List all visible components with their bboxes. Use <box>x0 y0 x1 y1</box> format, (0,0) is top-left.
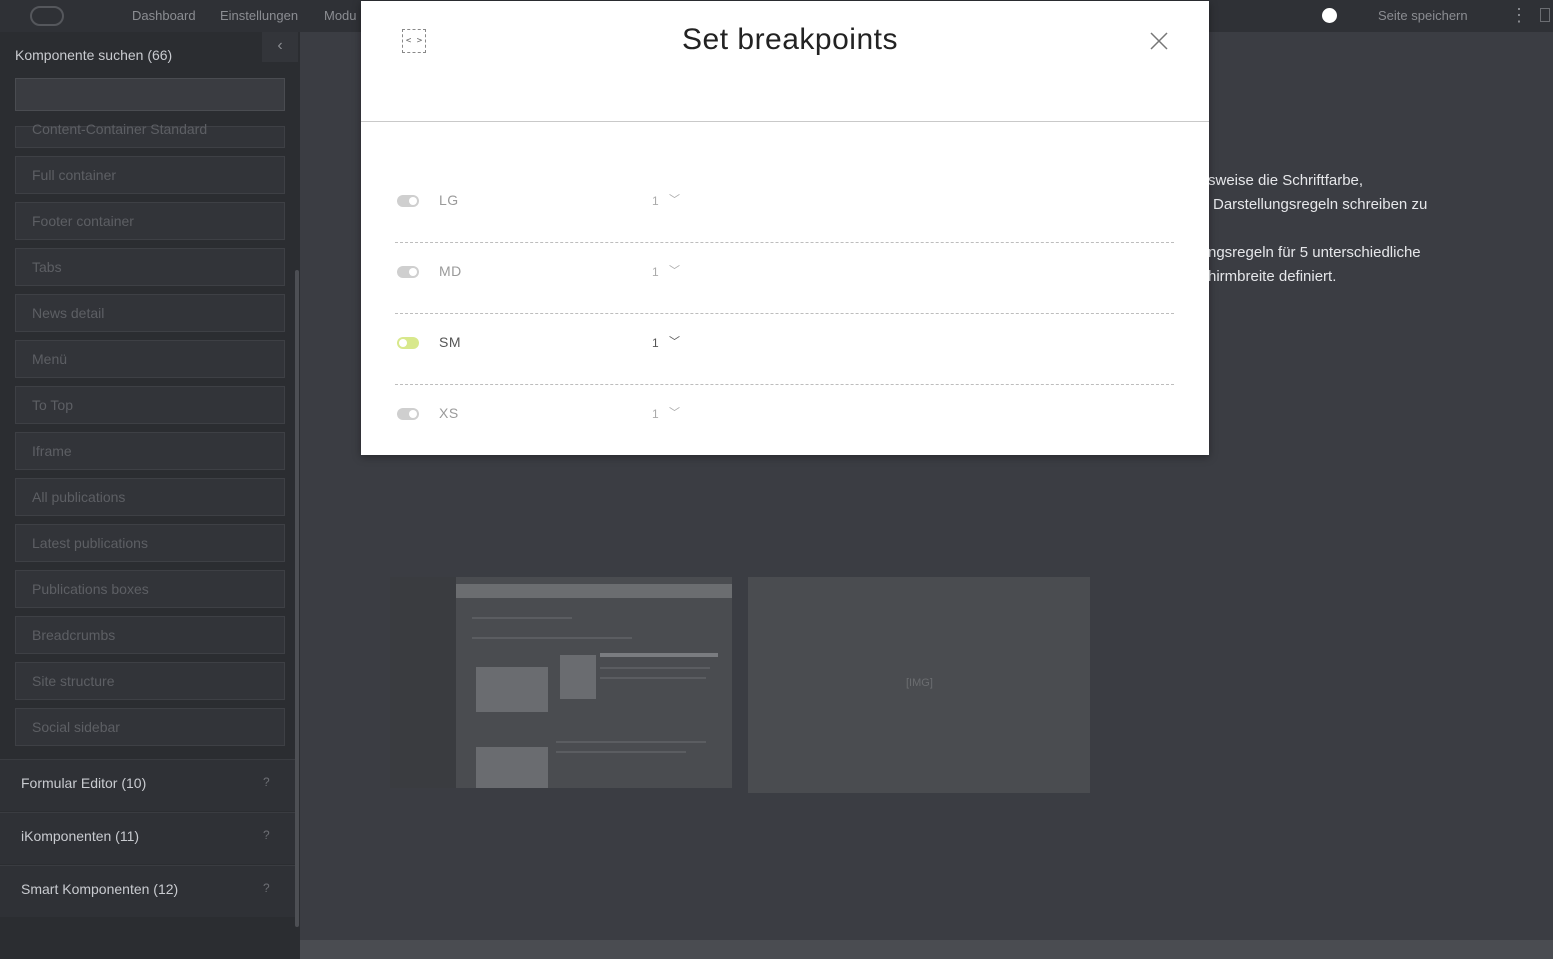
component-item[interactable]: To Top <box>15 386 285 424</box>
component-item[interactable]: News detail <box>15 294 285 332</box>
component-item[interactable]: Menü <box>15 340 285 378</box>
chevron-down-icon[interactable]: ﹀ <box>669 404 680 420</box>
save-page-button[interactable]: Seite speichern <box>1378 8 1468 23</box>
thumb-line <box>556 741 706 743</box>
screenshot-thumbnail[interactable] <box>390 577 732 788</box>
breakpoint-label: SM <box>439 334 461 350</box>
component-item[interactable]: Footer container <box>15 202 285 240</box>
content-text-line: hirmbreite definiert. <box>1208 268 1337 285</box>
breakpoint-label: MD <box>439 263 462 279</box>
component-item[interactable]: Iframe <box>15 432 285 470</box>
section-label: Formular Editor (10) <box>21 775 147 791</box>
component-search-title: Komponente suchen (66) <box>15 47 173 63</box>
breakpoint-row-md: MD 1 ﹀ <box>395 242 1174 314</box>
section-ikomponenten[interactable]: iKomponenten (11) ? <box>0 812 295 864</box>
help-icon[interactable]: ? <box>263 775 270 789</box>
help-icon[interactable]: ? <box>263 881 270 895</box>
breakpoint-toggle[interactable] <box>397 337 419 349</box>
breakpoint-row-sm: SM 1 ﹀ <box>395 313 1174 385</box>
section-smart-komponenten[interactable]: Smart Komponenten (12) ? <box>0 865 295 917</box>
thumb-line <box>600 667 710 669</box>
bottom-strip <box>300 940 1553 959</box>
component-sidebar: Komponente suchen (66) ‹ Content-Contain… <box>0 32 300 959</box>
nav-module[interactable]: Modu <box>324 8 357 23</box>
component-item[interactable]: Publications boxes <box>15 570 285 608</box>
thumb-line <box>600 677 706 679</box>
breakpoint-label: XS <box>439 405 459 421</box>
breakpoint-label: LG <box>439 192 459 208</box>
modal-title: Set breakpoints <box>682 23 898 56</box>
thumb-box <box>476 747 548 788</box>
breakpoint-row-xs: XS 1 ﹀ <box>395 384 1174 455</box>
breakpoint-toggle[interactable] <box>397 266 419 278</box>
help-icon[interactable]: ? <box>263 828 270 842</box>
image-placeholder[interactable]: [IMG] <box>748 577 1090 793</box>
nav-einstellungen[interactable]: Einstellungen <box>220 8 298 23</box>
more-menu-icon[interactable]: ⋮ <box>1510 6 1528 26</box>
content-text-line: ngsregeln für 5 unterschiedliche <box>1208 244 1421 261</box>
component-item[interactable]: Site structure <box>15 662 285 700</box>
component-list: Content-Container Standard Full containe… <box>15 122 285 754</box>
breakpoints-modal: < > Set breakpoints LG 1 ﹀ MD 1 ﹀ SM 1 ﹀… <box>361 1 1209 455</box>
breakpoint-value-select[interactable]: 1 <box>652 265 659 279</box>
component-item[interactable]: Latest publications <box>15 524 285 562</box>
component-item[interactable]: All publications <box>15 478 285 516</box>
content-text-line: Darstellungsregeln schreiben zu <box>1213 196 1428 213</box>
chevron-down-icon[interactable]: ﹀ <box>669 262 680 278</box>
content-text-line: sweise die Schriftfarbe, <box>1208 172 1364 189</box>
close-icon[interactable] <box>1149 31 1169 51</box>
image-placeholder-label: [IMG] <box>906 677 933 689</box>
component-item[interactable]: Social sidebar <box>15 708 285 746</box>
thumb-sidebar <box>390 577 456 788</box>
thumb-box <box>476 667 548 712</box>
modal-header: < > Set breakpoints <box>361 1 1209 122</box>
chevron-down-icon[interactable]: ﹀ <box>669 191 680 207</box>
thumb-header <box>456 584 732 598</box>
collapse-sidebar-icon[interactable]: ‹ <box>262 32 298 62</box>
component-item[interactable]: Full container <box>15 156 285 194</box>
thumb-line <box>556 751 686 753</box>
chevron-down-icon[interactable]: ﹀ <box>669 333 680 349</box>
thumb-line <box>600 653 718 657</box>
breakpoint-toggle[interactable] <box>397 195 419 207</box>
breakpoint-value-select[interactable]: 1 <box>652 407 659 421</box>
breakpoint-value-select[interactable]: 1 <box>652 194 659 208</box>
component-item[interactable]: Breadcrumbs <box>15 616 285 654</box>
thumb-line <box>472 637 632 639</box>
component-search-input[interactable] <box>15 78 285 111</box>
section-label: Smart Komponenten (12) <box>21 881 179 897</box>
window-icon[interactable] <box>1540 8 1550 22</box>
section-label: iKomponenten (11) <box>21 828 140 844</box>
sidebar-scrollbar[interactable] <box>295 270 299 927</box>
component-item[interactable]: Tabs <box>15 248 285 286</box>
thumb-box <box>560 655 596 699</box>
breakpoint-row-lg: LG 1 ﹀ <box>395 171 1174 243</box>
breakpoint-toggle[interactable] <box>397 408 419 420</box>
logo[interactable] <box>30 6 64 26</box>
nav-dashboard[interactable]: Dashboard <box>132 8 196 23</box>
section-formular-editor[interactable]: Formular Editor (10) ? <box>0 759 295 811</box>
component-item[interactable]: Content-Container Standard <box>15 122 285 148</box>
preview-toggle[interactable] <box>1322 8 1337 23</box>
thumb-line <box>472 617 572 619</box>
breakpoint-value-select[interactable]: 1 <box>652 336 659 350</box>
